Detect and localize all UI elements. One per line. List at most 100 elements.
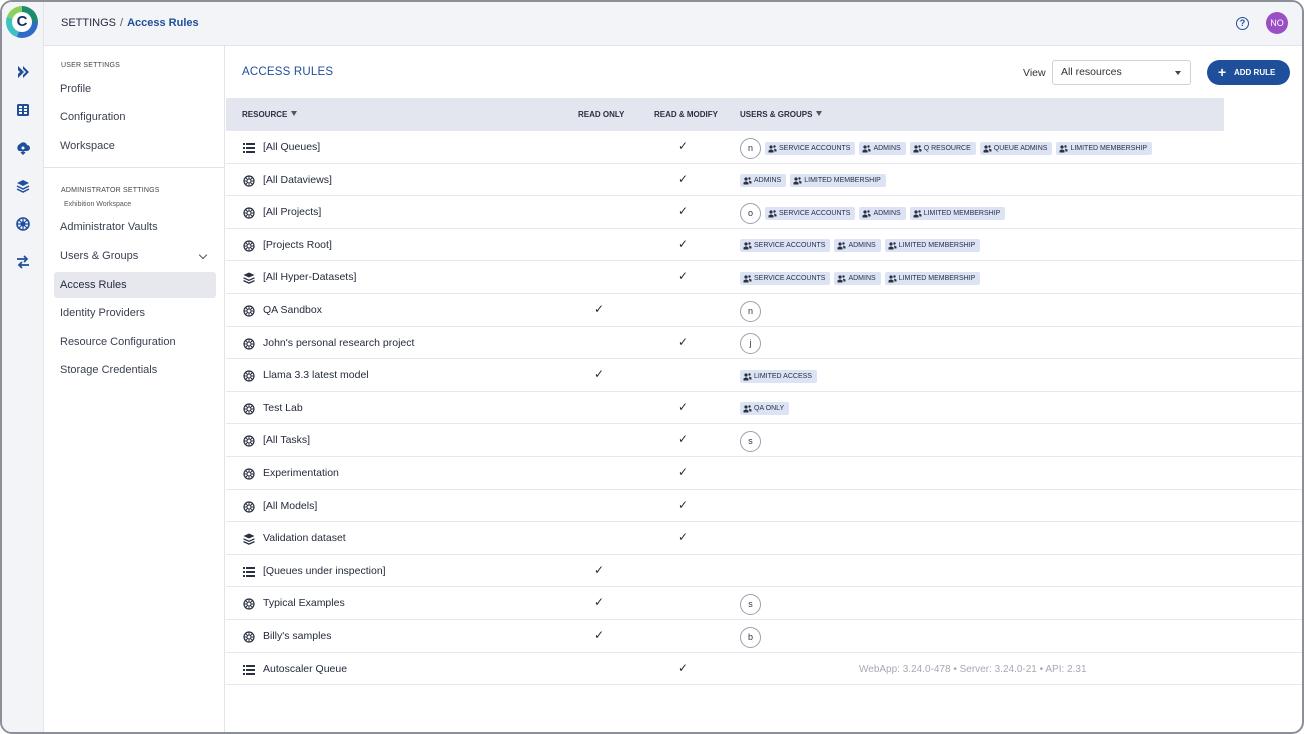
project-icon: [243, 370, 255, 382]
table-row[interactable]: [All Dataviews] ✓ ADMINS LIMITED MEMBERSHIP: [226, 164, 1302, 197]
project-icon: [243, 435, 255, 447]
group-tag[interactable]: QA ONLY: [740, 402, 790, 416]
project-icon: [243, 631, 255, 643]
top-bar: SETTINGS / Access Rules ? NO: [44, 2, 1302, 46]
group-tag[interactable]: ADMINS: [834, 239, 881, 253]
resource-name: [All Hyper-Datasets]: [263, 271, 357, 284]
group-icon: [793, 177, 802, 185]
user-avatar-chip[interactable]: s: [740, 430, 761, 452]
sidebar-item-users-groups[interactable]: Users & Groups: [54, 243, 216, 269]
table-row[interactable]: Validation dataset ✓: [226, 522, 1302, 555]
sidebar-item-workspace[interactable]: Workspace: [54, 133, 216, 159]
user-avatar-chip[interactable]: b: [740, 626, 761, 648]
project-icon: [243, 403, 255, 415]
read-only-check-icon: ✓: [594, 628, 605, 642]
group-tag[interactable]: ADMINS: [740, 174, 787, 188]
group-tag-label: LIMITED MEMBERSHIP: [898, 274, 976, 282]
group-tag[interactable]: SERVICE ACCOUNTS: [740, 271, 831, 285]
table-row[interactable]: [All Tasks] ✓ s: [226, 424, 1302, 457]
table-row[interactable]: [All Queues] ✓ n SERVICE ACCOUNTS ADMINS Q RE…: [226, 131, 1302, 164]
resource-name: [All Dataviews]: [263, 173, 332, 186]
filter-icon[interactable]: [291, 111, 298, 116]
column-read-only: READ ONLY: [578, 110, 625, 119]
read-modify-check-icon: ✓: [678, 465, 689, 479]
sidebar-item-identity-providers[interactable]: Identity Providers: [54, 300, 216, 326]
table-row[interactable]: Autoscaler Queue ✓: [226, 653, 1302, 686]
chevron-down-icon[interactable]: [198, 250, 208, 260]
filter-icon[interactable]: [816, 111, 823, 116]
sidebar-item-profile[interactable]: Profile: [54, 76, 216, 102]
resource-name: QA Sandbox: [263, 304, 322, 316]
sidebar-item-resource-configuration[interactable]: Resource Configuration: [54, 329, 216, 355]
view-select[interactable]: All resources: [1052, 60, 1191, 85]
group-tag-label: SERVICE ACCOUNTS: [754, 274, 826, 282]
group-tag[interactable]: ADMINS: [859, 206, 906, 220]
group-tag-label: Q RESOURCE: [923, 144, 971, 152]
group-tag-label: LIMITED MEMBERSHIP: [898, 242, 976, 250]
read-modify-check-icon: ✓: [678, 139, 689, 153]
table-row[interactable]: [All Projects] ✓ o SERVICE ACCOUNTS ADMINS LI…: [226, 196, 1302, 229]
table-row[interactable]: [Queues under inspection] ✓: [226, 555, 1302, 588]
group-tag[interactable]: QUEUE ADMINS: [979, 141, 1053, 155]
table-row[interactable]: Typical Examples ✓ s: [226, 587, 1302, 620]
users-groups-cell: ADMINS LIMITED MEMBERSHIP: [740, 170, 886, 192]
group-tag[interactable]: LIMITED ACCESS: [740, 369, 817, 383]
table-row[interactable]: [All Models] ✓: [226, 490, 1302, 523]
group-tag[interactable]: Q RESOURCE: [909, 141, 976, 155]
hyper-datasets-icon[interactable]: [15, 178, 31, 194]
column-resource[interactable]: RESOURCE: [242, 110, 298, 119]
table-row[interactable]: John's personal research project ✓ j: [226, 327, 1302, 360]
table-row[interactable]: [All Hyper-Datasets] ✓ SERVICE ACCOUNTS ADM…: [226, 261, 1302, 294]
group-tag-label: ADMINS: [873, 144, 901, 152]
group-tag[interactable]: LIMITED MEMBERSHIP: [909, 206, 1006, 220]
help-icon[interactable]: ?: [1236, 17, 1249, 30]
sidebar-item-access-rules[interactable]: Access Rules: [54, 272, 216, 298]
read-modify-check-icon: ✓: [678, 432, 689, 447]
group-icon: [862, 144, 871, 152]
resource-name: [All Queues]: [263, 141, 321, 153]
table-row[interactable]: Test Lab ✓ QA ONLY: [226, 392, 1302, 425]
group-tag[interactable]: LIMITED MEMBERSHIP: [884, 239, 981, 253]
user-avatar-chip[interactable]: o: [740, 202, 761, 224]
add-rule-button[interactable]: + ADD RULE: [1207, 60, 1290, 85]
sidebar-item-configuration[interactable]: Configuration: [54, 104, 216, 130]
pipelines-icon[interactable]: [15, 64, 31, 80]
resource-name: Llama 3.3 latest model: [263, 369, 369, 382]
table-row[interactable]: QA Sandbox ✓ n: [226, 294, 1302, 327]
breadcrumb-root[interactable]: SETTINGS: [61, 17, 116, 29]
group-tag[interactable]: ADMINS: [859, 141, 906, 155]
models-icon[interactable]: [15, 140, 31, 156]
app-logo[interactable]: C: [6, 6, 38, 38]
datasets-icon[interactable]: [15, 102, 31, 118]
group-icon: [888, 242, 897, 250]
caret-down-icon: [1175, 71, 1181, 75]
group-tag[interactable]: SERVICE ACCOUNTS: [765, 141, 856, 155]
group-icon: [913, 209, 922, 218]
column-users-groups[interactable]: USERS & GROUPS: [740, 110, 823, 119]
group-icon: [743, 405, 752, 413]
user-avatar-chip[interactable]: n: [740, 137, 761, 159]
user-avatar-chip[interactable]: j: [740, 333, 761, 355]
group-icon: [743, 177, 752, 185]
group-icon: [1059, 144, 1068, 152]
group-tag[interactable]: LIMITED MEMBERSHIP: [884, 271, 981, 285]
page-title: ACCESS RULES: [242, 66, 334, 78]
group-tag[interactable]: SERVICE ACCOUNTS: [765, 206, 856, 220]
table-row[interactable]: Experimentation ✓: [226, 457, 1302, 490]
group-icon: [743, 275, 752, 283]
sidebar-item-storage-credentials[interactable]: Storage Credentials: [54, 357, 216, 383]
group-tag[interactable]: SERVICE ACCOUNTS: [740, 239, 831, 253]
table-row[interactable]: [Projects Root] ✓ SERVICE ACCOUNTS ADMINS LI…: [226, 229, 1302, 262]
sidebar-item-administrator-vaults[interactable]: Administrator Vaults: [54, 214, 216, 240]
user-avatar-chip[interactable]: s: [740, 593, 761, 615]
group-tag[interactable]: ADMINS: [834, 271, 881, 285]
group-tag[interactable]: LIMITED MEMBERSHIP: [790, 174, 886, 188]
table-row[interactable]: Llama 3.3 latest model ✓ LIMITED ACCESS: [226, 359, 1302, 392]
orchestration-icon[interactable]: [15, 216, 31, 232]
user-avatar[interactable]: NO: [1266, 12, 1288, 34]
group-tag[interactable]: LIMITED MEMBERSHIP: [1056, 141, 1153, 155]
table-row[interactable]: Billy's samples ✓ b: [226, 620, 1302, 653]
user-avatar-chip[interactable]: n: [740, 300, 761, 322]
resource-name: [All Models]: [263, 499, 318, 512]
applications-icon[interactable]: [15, 254, 31, 270]
